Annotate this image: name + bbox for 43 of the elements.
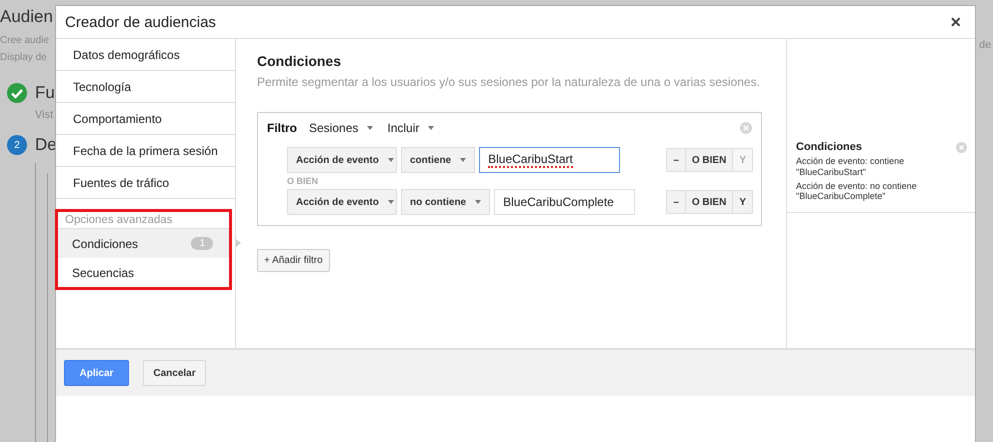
or-separator: O BIEN (287, 177, 320, 186)
mode-dropdown[interactable]: Incluir (387, 121, 434, 135)
cancel-button[interactable]: Cancelar (143, 360, 206, 386)
nav-item[interactable]: Tecnología (56, 71, 235, 103)
close-button[interactable]: × (946, 12, 965, 32)
value-field[interactable]: BlueCaribuStart (479, 147, 620, 173)
add-filter-button[interactable]: + Añadir filtro (257, 249, 330, 272)
count-badge: 1 (191, 237, 213, 250)
remove-icon[interactable] (956, 142, 967, 152)
filter-label: Filtro (267, 121, 297, 135)
summary-line: Acción de evento: no contiene "BlueCaribuComplete" (796, 180, 918, 202)
operator-dropdown[interactable]: contiene (401, 147, 476, 173)
dialog-title: Creador de audiencias (65, 14, 216, 30)
nav-item[interactable]: Datos demográficos (56, 39, 235, 71)
step-subtitle: Vist (35, 109, 54, 121)
remove-button[interactable]: – (666, 148, 686, 172)
dimension-dropdown[interactable]: Acción de evento (287, 147, 397, 173)
page-text: de (979, 39, 992, 51)
summary-line: Acción de evento: contiene "BlueCaribuStart" (796, 156, 906, 178)
check-circle-icon (7, 83, 27, 103)
section-description: Permite segmentar a los usuarios y/o sus sesiones por la naturaleza de una o varias sesiones. (257, 75, 761, 89)
section-title: Condiciones (257, 53, 342, 69)
summary-title: Condiciones (796, 141, 862, 153)
nav-item[interactable]: Comportamiento (56, 103, 235, 135)
step-number: 2 (7, 135, 27, 155)
nav-item[interactable]: Fecha de la primera sesión (56, 135, 235, 167)
step-title: Fu (35, 83, 55, 103)
operator-dropdown[interactable]: no contiene (401, 189, 490, 215)
and-button[interactable]: Y (732, 190, 753, 214)
step-title: De (35, 135, 57, 155)
nav-item[interactable]: Secuencias (58, 258, 229, 287)
remove-button[interactable]: – (666, 190, 686, 214)
dimension-dropdown[interactable]: Acción de evento (287, 189, 397, 215)
pointer-icon (236, 239, 241, 247)
scope-dropdown[interactable]: Sesiones (309, 121, 374, 135)
page-title: Audien (0, 7, 54, 28)
remove-icon[interactable] (740, 122, 752, 134)
or-button[interactable]: O BIEN (684, 190, 734, 214)
nav-item[interactable]: Fuentes de tráfico (56, 167, 235, 199)
or-button[interactable]: O BIEN (684, 148, 734, 172)
page-description: Display de (0, 52, 48, 65)
page-description: Cree audie (0, 35, 50, 48)
value-field[interactable]: BlueCaribuComplete (494, 189, 636, 215)
